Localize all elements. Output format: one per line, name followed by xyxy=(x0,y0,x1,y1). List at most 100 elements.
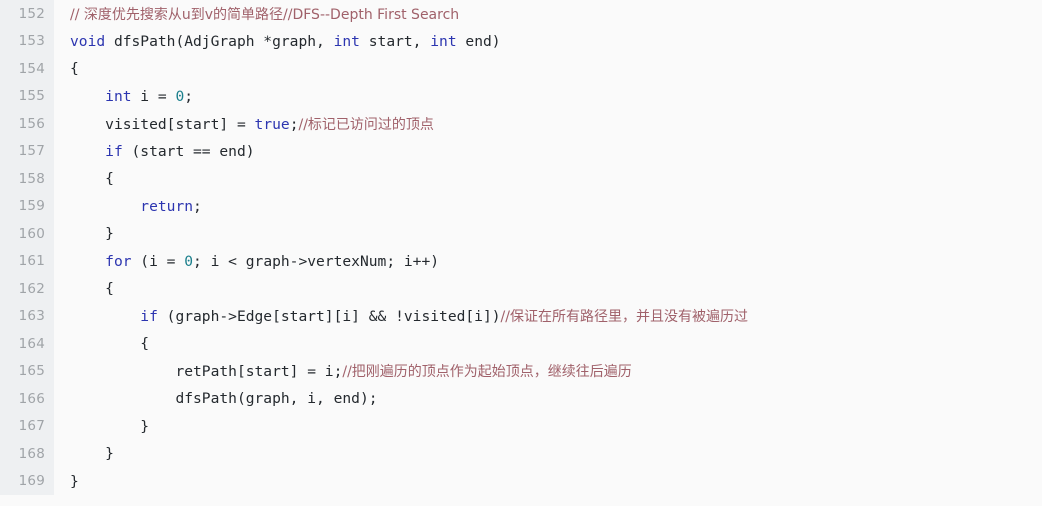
code-token-plain: } xyxy=(140,417,150,435)
code-line-content[interactable]: { xyxy=(54,165,1042,193)
code-line-row[interactable]: 155 int i = 0; xyxy=(0,82,1042,111)
line-number: 156 xyxy=(0,110,54,138)
code-line-content[interactable]: { xyxy=(54,55,1042,83)
code-token-number: 0 xyxy=(175,87,185,105)
code-line-row[interactable]: 165 retPath[start] = i;//把刚遍历的顶点作为起始顶点，继… xyxy=(0,357,1042,386)
code-token-keyword: int xyxy=(333,32,360,50)
code-token-plain: } xyxy=(105,225,114,243)
code-token-plain: start, xyxy=(359,32,431,50)
code-line-content[interactable]: visited[start] = true;//标记已访问过的顶点 xyxy=(54,110,1042,138)
code-line-row[interactable]: 160 } xyxy=(0,220,1042,248)
code-token-plain: visited[start] = xyxy=(105,115,255,133)
code-token-plain: } xyxy=(105,445,114,463)
code-line-row[interactable]: 152 // 深度优先搜索从u到v的简单路径//DFS--Depth First … xyxy=(0,0,1042,28)
code-token-comment: // 深度优先搜索从u到v的简单路径//DFS--Depth First Sea… xyxy=(70,6,460,23)
line-number: 165 xyxy=(0,357,54,385)
code-token-keyword: int xyxy=(430,32,457,50)
code-line-row[interactable]: 161 for (i = 0; i < graph->vertexNum; i+… xyxy=(0,247,1042,276)
code-token-comment: //保证在所有路径里，并且没有被遍历过 xyxy=(500,309,748,326)
code-token-plain: { xyxy=(105,170,114,188)
code-line-row[interactable]: 162 { xyxy=(0,275,1042,303)
code-line-content[interactable]: } xyxy=(54,468,1042,496)
code-token-keyword: return xyxy=(140,197,194,215)
code-token-keyword: true xyxy=(254,115,290,133)
code-line-content[interactable]: if (graph->Edge[start][i] && !visited[i]… xyxy=(54,303,1042,331)
line-number: 161 xyxy=(0,247,54,275)
code-line-row[interactable]: 163 if (graph->Edge[start][i] && !visite… xyxy=(0,302,1042,331)
code-line-content[interactable]: retPath[start] = i;//把刚遍历的顶点作为起始顶点，继续往后遍… xyxy=(54,358,1042,386)
code-line-content[interactable]: return; xyxy=(54,193,1042,221)
code-token-plain: i = xyxy=(131,87,176,105)
code-line-row[interactable]: 168 } xyxy=(0,440,1042,468)
code-line-row[interactable]: 157 if (start == end) xyxy=(0,137,1042,166)
code-line-row[interactable]: 169} xyxy=(0,467,1042,496)
line-number: 157 xyxy=(0,137,54,165)
line-number: 155 xyxy=(0,82,54,110)
code-token-plain: { xyxy=(70,60,79,78)
code-line-content[interactable]: } xyxy=(54,440,1042,468)
code-line-row[interactable]: 166 dfsPath(graph, i, end); xyxy=(0,385,1042,413)
code-line-content[interactable]: { xyxy=(54,330,1042,358)
code-body: 152 // 深度优先搜索从u到v的简单路径//DFS--Depth First … xyxy=(0,0,1042,495)
code-token-keyword: for xyxy=(105,252,132,270)
line-number: 167 xyxy=(0,412,54,440)
code-line-row[interactable]: 167 } xyxy=(0,412,1042,441)
code-token-keyword: void xyxy=(70,32,106,50)
code-token-plain: { xyxy=(105,280,114,298)
code-line-content[interactable]: if (start == end) xyxy=(54,138,1042,166)
code-table: 152 // 深度优先搜索从u到v的简单路径//DFS--Depth First … xyxy=(0,0,1042,495)
code-token-plain: (start == end) xyxy=(122,142,255,160)
line-number: 168 xyxy=(0,440,54,468)
code-line-content[interactable]: } xyxy=(54,220,1042,248)
code-line-row[interactable]: 158 { xyxy=(0,165,1042,193)
code-token-keyword: if xyxy=(140,308,158,326)
code-line-row[interactable]: 156 visited[start] = true;//标记已访问过的顶点 xyxy=(0,110,1042,138)
code-token-plain: } xyxy=(70,472,79,490)
code-line-content[interactable]: int i = 0; xyxy=(54,83,1042,111)
code-line-content[interactable]: for (i = 0; i < graph->vertexNum; i++) xyxy=(54,248,1042,276)
line-number: 158 xyxy=(0,165,54,193)
code-token-comment: //标记已访问过的顶点 xyxy=(298,116,434,133)
code-line-content[interactable]: void dfsPath(AdjGraph *graph, int start,… xyxy=(54,28,1042,56)
code-token-plain: (i = xyxy=(131,252,185,270)
code-token-plain: ; i < graph->vertexNum; i++) xyxy=(193,252,440,270)
line-number: 163 xyxy=(0,302,54,330)
code-viewer[interactable]: 152 // 深度优先搜索从u到v的简单路径//DFS--Depth First … xyxy=(0,0,1042,506)
code-line-content[interactable]: dfsPath(graph, i, end); xyxy=(54,385,1042,413)
line-number: 154 xyxy=(0,55,54,83)
code-token-plain: ; xyxy=(184,87,194,105)
code-line-content[interactable]: } xyxy=(54,413,1042,441)
code-line-row[interactable]: 154 { xyxy=(0,55,1042,83)
code-token-number: 0 xyxy=(184,252,194,270)
line-number: 159 xyxy=(0,192,54,220)
code-token-plain: dfsPath(graph, i, end); xyxy=(175,390,378,408)
code-line-content[interactable]: // 深度优先搜索从u到v的简单路径//DFS--Depth First Sea… xyxy=(54,0,1042,28)
code-token-comment: //把刚遍历的顶点作为起始顶点，继续往后遍历 xyxy=(342,364,632,381)
code-token-plain: dfsPath(AdjGraph *graph, xyxy=(105,32,334,50)
line-number: 169 xyxy=(0,467,54,495)
code-token-plain: retPath[start] = i; xyxy=(175,363,343,381)
code-token-plain: { xyxy=(140,335,150,353)
code-line-row[interactable]: 153 void dfsPath(AdjGraph *graph, int sta… xyxy=(0,27,1042,56)
code-line-row[interactable]: 164 { xyxy=(0,330,1042,358)
line-number: 160 xyxy=(0,220,54,248)
code-line-row[interactable]: 159 return; xyxy=(0,192,1042,221)
code-line-content[interactable]: { xyxy=(54,275,1042,303)
code-token-keyword: if xyxy=(105,142,123,160)
line-number: 152 xyxy=(0,0,54,28)
code-token-keyword: int xyxy=(105,87,132,105)
